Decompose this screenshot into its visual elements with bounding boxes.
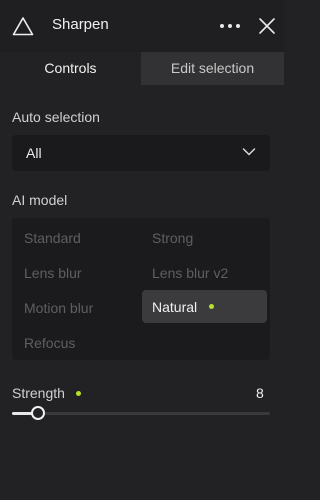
tab-controls[interactable]: Controls bbox=[0, 52, 141, 85]
model-option-natural[interactable]: Natural bbox=[142, 290, 267, 323]
chevron-down-icon bbox=[242, 148, 256, 156]
more-options-icon[interactable] bbox=[218, 14, 242, 38]
ai-model-label: AI model bbox=[12, 192, 68, 208]
model-option-strong[interactable]: Strong bbox=[152, 230, 193, 246]
model-option-refocus[interactable]: Refocus bbox=[24, 335, 75, 351]
triangle-logo-icon bbox=[12, 17, 34, 36]
model-option-motion-blur[interactable]: Motion blur bbox=[24, 300, 93, 316]
model-option-lens-blur-v2[interactable]: Lens blur v2 bbox=[152, 265, 228, 281]
auto-selection-dropdown[interactable]: All bbox=[12, 135, 270, 171]
auto-selection-label: Auto selection bbox=[12, 109, 100, 125]
close-icon[interactable] bbox=[256, 15, 278, 37]
strength-label: Strength bbox=[12, 385, 65, 401]
model-option-natural-label: Natural bbox=[152, 299, 198, 315]
model-option-lens-blur[interactable]: Lens blur bbox=[24, 265, 82, 281]
active-indicator-dot bbox=[209, 304, 214, 309]
panel-title: Sharpen bbox=[52, 16, 109, 33]
strength-slider-track[interactable] bbox=[12, 412, 270, 415]
auto-selection-value: All bbox=[26, 145, 42, 161]
tab-edit-selection[interactable]: Edit selection bbox=[141, 52, 284, 85]
strength-slider-handle[interactable] bbox=[30, 406, 45, 420]
model-option-standard[interactable]: Standard bbox=[24, 230, 81, 246]
strength-indicator-dot bbox=[76, 391, 81, 396]
panel-header: Sharpen bbox=[0, 0, 284, 52]
strength-value: 8 bbox=[256, 385, 264, 401]
tab-bar: Controls Edit selection bbox=[0, 52, 284, 85]
